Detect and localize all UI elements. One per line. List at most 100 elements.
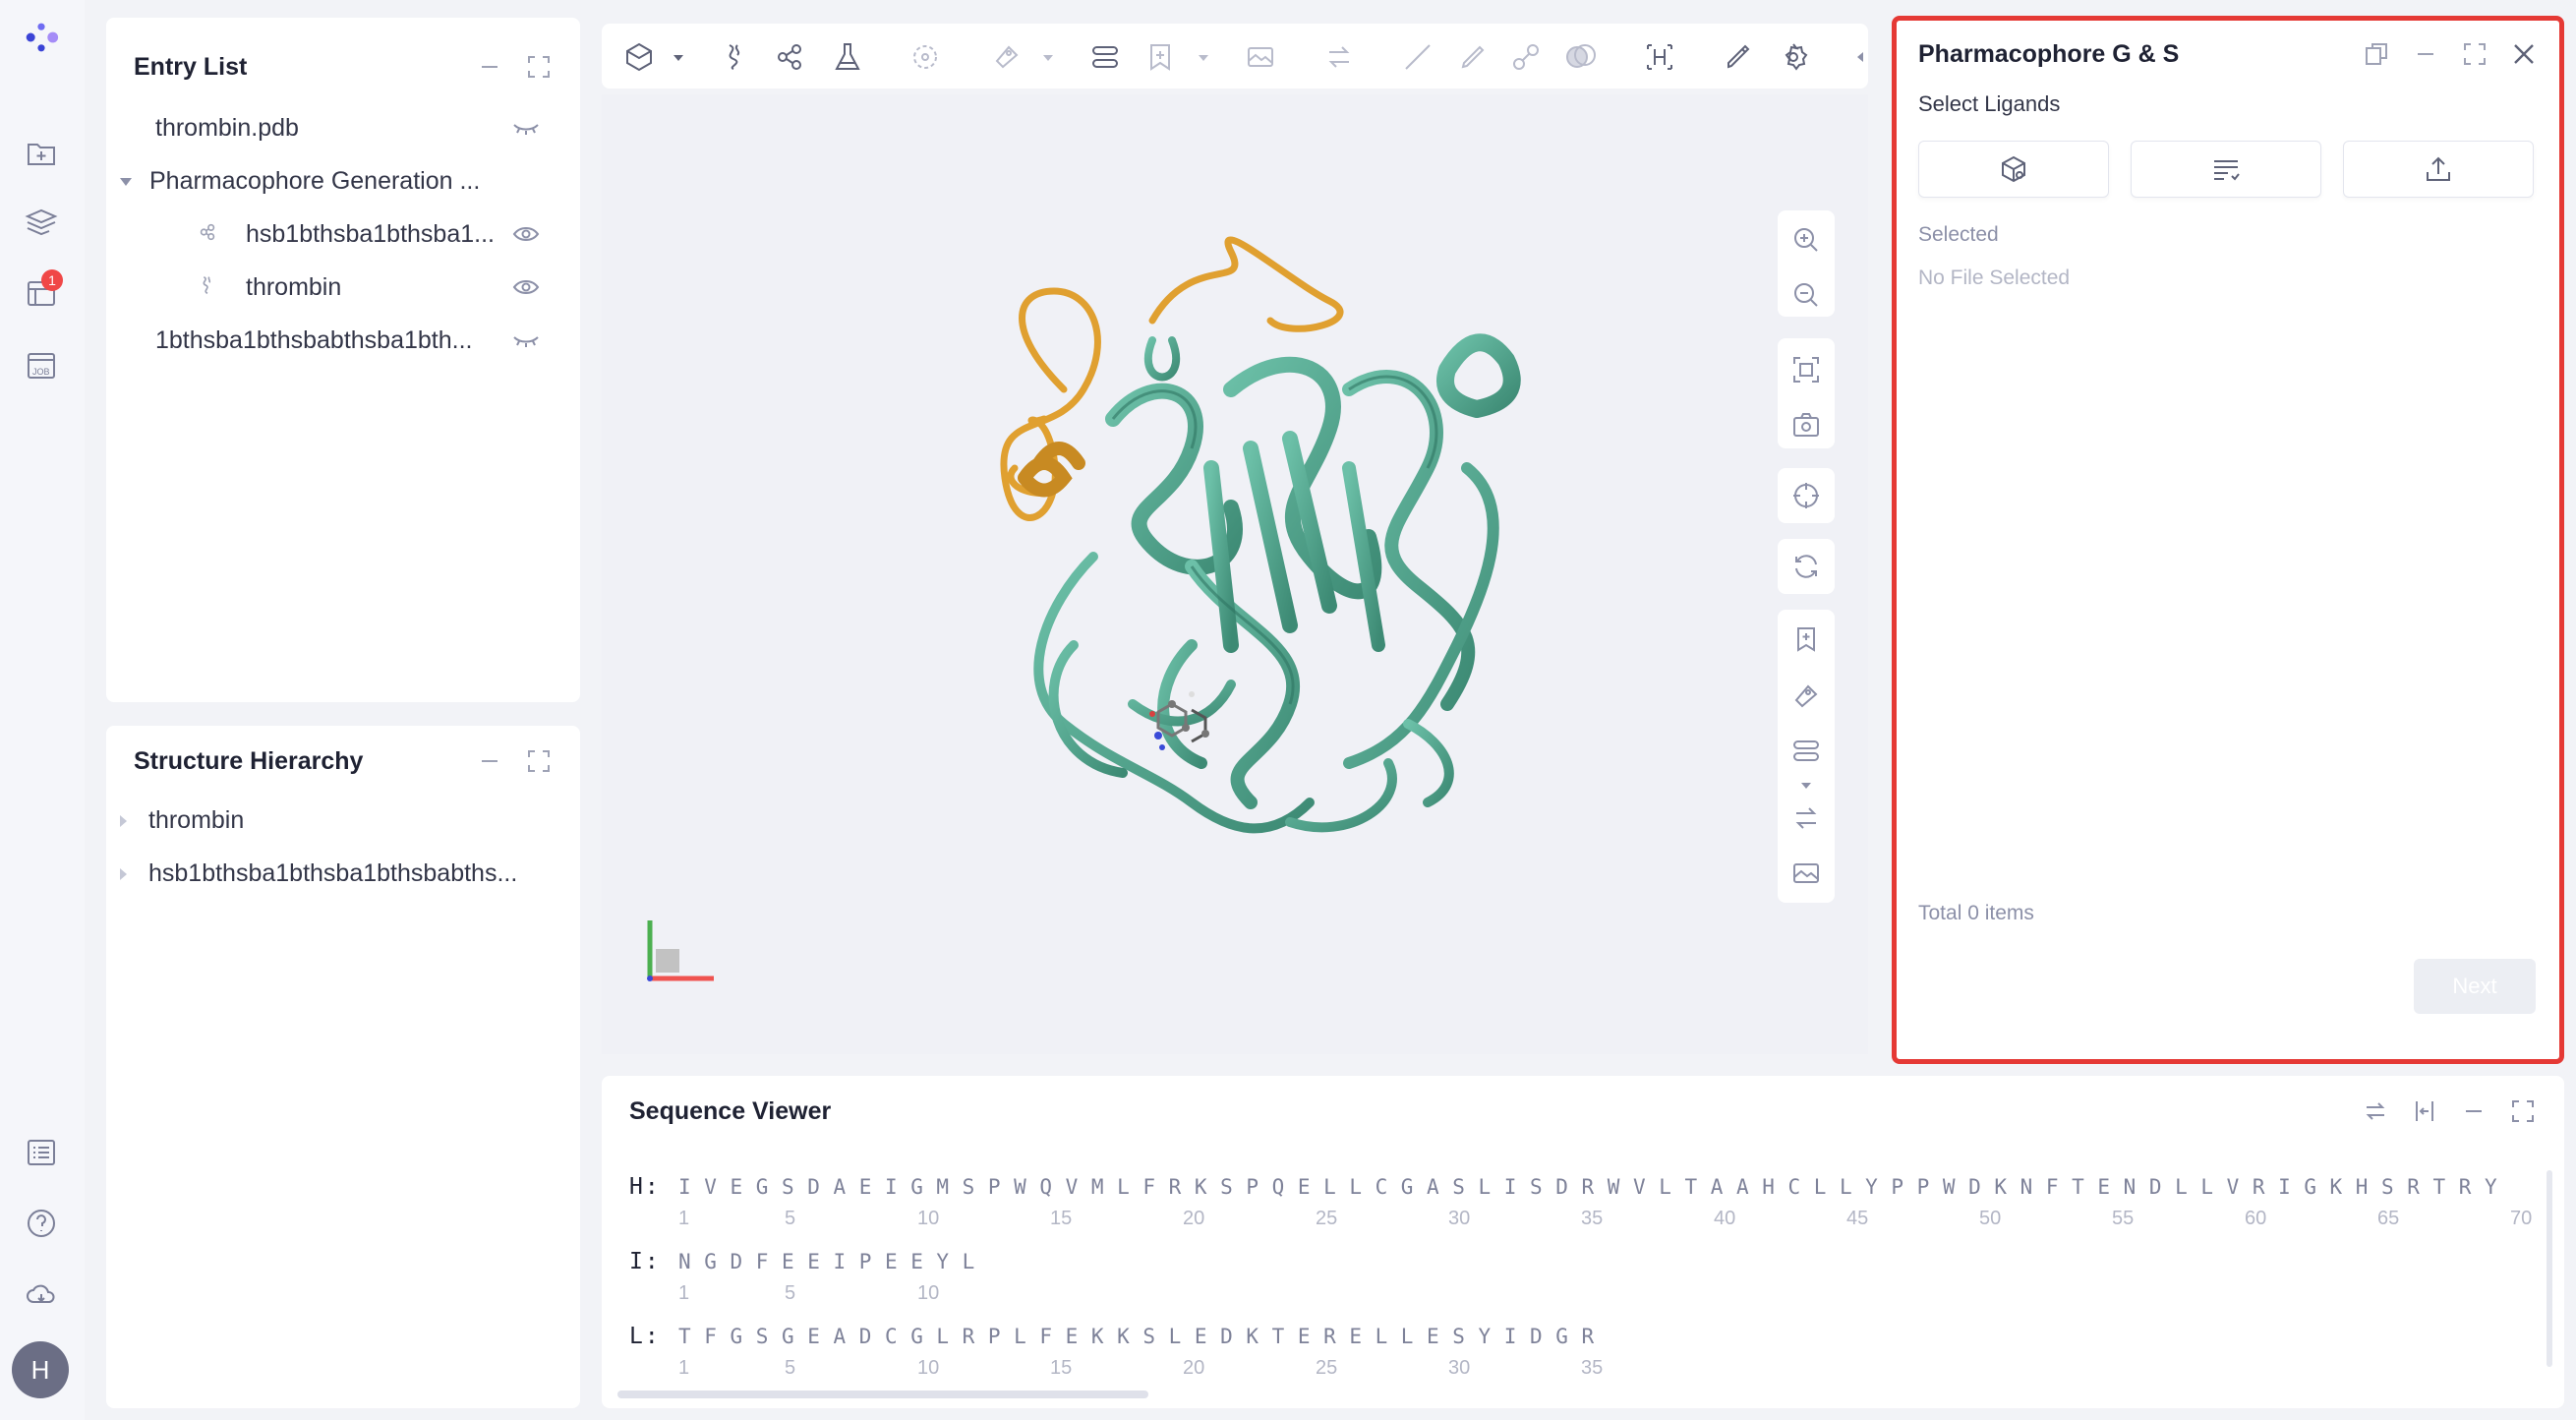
hierarchy-item-label: hsb1bthsba1bthsba1bthsbabths... (148, 859, 518, 887)
flask-icon[interactable] (830, 39, 865, 75)
pen-icon[interactable] (1455, 39, 1491, 75)
list-filter-icon (2214, 160, 2240, 181)
maximize-icon[interactable] (525, 53, 553, 81)
entry-item-hsb1[interactable]: hsb1bthsba1bthsba1... (197, 220, 558, 250)
entry-item-thrombin-pdb[interactable]: thrombin.pdb (155, 114, 558, 143)
vertical-scrollbar[interactable] (2547, 1170, 2552, 1367)
minimize-icon[interactable] (476, 747, 503, 775)
residue-number: 20 (1183, 1208, 1205, 1229)
minimize-icon[interactable] (2412, 40, 2439, 68)
caret-right-icon[interactable] (120, 815, 127, 828)
line-icon[interactable] (1400, 39, 1435, 75)
eye-closed-icon[interactable] (511, 116, 541, 147)
eye-icon[interactable] (511, 222, 541, 253)
tag-icon[interactable] (1790, 680, 1822, 712)
hierarchy-item-thrombin[interactable]: thrombin (120, 806, 244, 835)
chain-sequence[interactable]: NGDFEEIPEEYL (678, 1250, 988, 1273)
select-from-workspace-button[interactable] (1918, 141, 2109, 198)
cloud-icon[interactable] (20, 1272, 63, 1316)
collapse-icon[interactable] (1843, 39, 1863, 75)
structure-hierarchy-panel: Structure Hierarchy thrombin hsb1bthsba1… (106, 726, 580, 1408)
structure-hierarchy-title: Structure Hierarchy (134, 747, 364, 775)
entry-item-pharmacophore-generation[interactable]: Pharmacophore Generation ... (120, 167, 558, 196)
settings-icon[interactable] (1776, 39, 1811, 75)
caret-right-icon[interactable] (120, 868, 127, 881)
layers-icon[interactable] (20, 201, 63, 244)
image-icon[interactable] (1790, 858, 1822, 889)
chain-sequence[interactable]: TFGSGEADCGLRPLFEKKSLEDKTERELLESYIDGR (678, 1325, 1608, 1348)
total-items-text: Total 0 items (1918, 902, 2034, 924)
entry-item-1bthsba[interactable]: 1bthsba1bthsbabthsba1bth... (155, 326, 558, 355)
entry-item-thrombin[interactable]: thrombin (197, 273, 558, 303)
help-icon[interactable] (20, 1202, 63, 1245)
residue-number: 25 (1316, 1208, 1338, 1229)
brush-icon[interactable] (1721, 39, 1756, 75)
upload-button[interactable] (2343, 141, 2534, 198)
minimize-icon[interactable] (476, 53, 503, 81)
entry-item-label: thrombin (246, 273, 342, 301)
swap-icon[interactable] (2362, 1097, 2389, 1125)
hbond-icon[interactable] (1642, 39, 1677, 75)
hierarchy-item-hsb1[interactable]: hsb1bthsba1bthsba1bthsbabths... (120, 859, 517, 888)
molecule-viewport[interactable] (602, 94, 1868, 1054)
residue-number: 35 (1581, 1208, 1604, 1229)
fit-screen-icon[interactable] (1790, 354, 1822, 385)
detach-icon[interactable] (2363, 40, 2390, 68)
hexagon-icon[interactable] (621, 39, 657, 75)
align-icon[interactable] (1087, 39, 1123, 75)
no-file-selected-text: No File Selected (1918, 266, 2071, 289)
logo-icon[interactable] (20, 16, 63, 59)
task-list-icon[interactable]: 1 (20, 269, 63, 315)
eye-closed-icon[interactable] (511, 328, 541, 359)
maximize-icon[interactable] (2461, 40, 2488, 68)
eye-icon[interactable] (511, 275, 541, 306)
residue-number: 1 (678, 1357, 690, 1379)
list-icon[interactable] (20, 1131, 63, 1174)
surface-icon[interactable] (1563, 39, 1599, 75)
bookmark-icon[interactable] (1790, 623, 1822, 655)
zoom-in-icon[interactable] (1790, 224, 1822, 256)
swap-icon[interactable] (1790, 802, 1822, 834)
chain-sequence[interactable]: IVEGSDAEIGMSPWQVMLFRKSPQELLCGASLISDRWVLT… (678, 1175, 2510, 1199)
chevron-down-icon[interactable] (661, 39, 683, 75)
job-icon[interactable]: JOB (20, 344, 63, 387)
residue-number: 1 (678, 1282, 690, 1304)
image-icon[interactable] (1243, 39, 1278, 75)
rotate-icon[interactable] (1790, 551, 1822, 582)
chevron-down-icon[interactable] (1186, 39, 1208, 75)
rotate-tool-group (1778, 539, 1835, 594)
chevron-down-icon[interactable] (1030, 39, 1053, 75)
residue-number: 10 (917, 1282, 940, 1304)
close-icon[interactable] (2510, 40, 2538, 68)
chevron-down-icon[interactable] (1790, 771, 1822, 789)
link-icon[interactable] (1508, 39, 1544, 75)
crosshair-icon[interactable] (1790, 480, 1822, 511)
protein-structure-render[interactable] (602, 94, 1868, 1054)
target-icon[interactable] (908, 39, 944, 75)
fit-width-icon[interactable] (2411, 1097, 2438, 1125)
molecule-icon[interactable] (773, 39, 808, 75)
caret-down-icon[interactable] (120, 178, 132, 187)
residue-number: 5 (785, 1208, 796, 1229)
ligand-icon (197, 221, 226, 250)
residue-number: 1 (678, 1208, 690, 1229)
tag-icon[interactable] (989, 39, 1025, 75)
maximize-icon[interactable] (2509, 1097, 2537, 1125)
residue-number: 50 (1979, 1208, 2002, 1229)
maximize-icon[interactable] (525, 747, 553, 775)
residue-number: 5 (785, 1357, 796, 1379)
bookmark-icon[interactable] (1142, 39, 1178, 75)
align-icon[interactable] (1790, 736, 1822, 767)
select-from-list-button[interactable] (2131, 141, 2321, 198)
horizontal-scrollbar[interactable] (617, 1390, 1148, 1398)
new-folder-icon[interactable] (20, 132, 63, 175)
next-button[interactable]: Next (2414, 959, 2536, 1014)
sequence-viewer-title: Sequence Viewer (629, 1097, 832, 1125)
zoom-out-icon[interactable] (1790, 279, 1822, 311)
dna-icon[interactable] (718, 39, 753, 75)
residue-number: 10 (917, 1208, 940, 1229)
camera-icon[interactable] (1790, 409, 1822, 441)
minimize-icon[interactable] (2460, 1097, 2488, 1125)
swap-icon[interactable] (1321, 39, 1357, 75)
avatar[interactable]: H (12, 1341, 69, 1398)
